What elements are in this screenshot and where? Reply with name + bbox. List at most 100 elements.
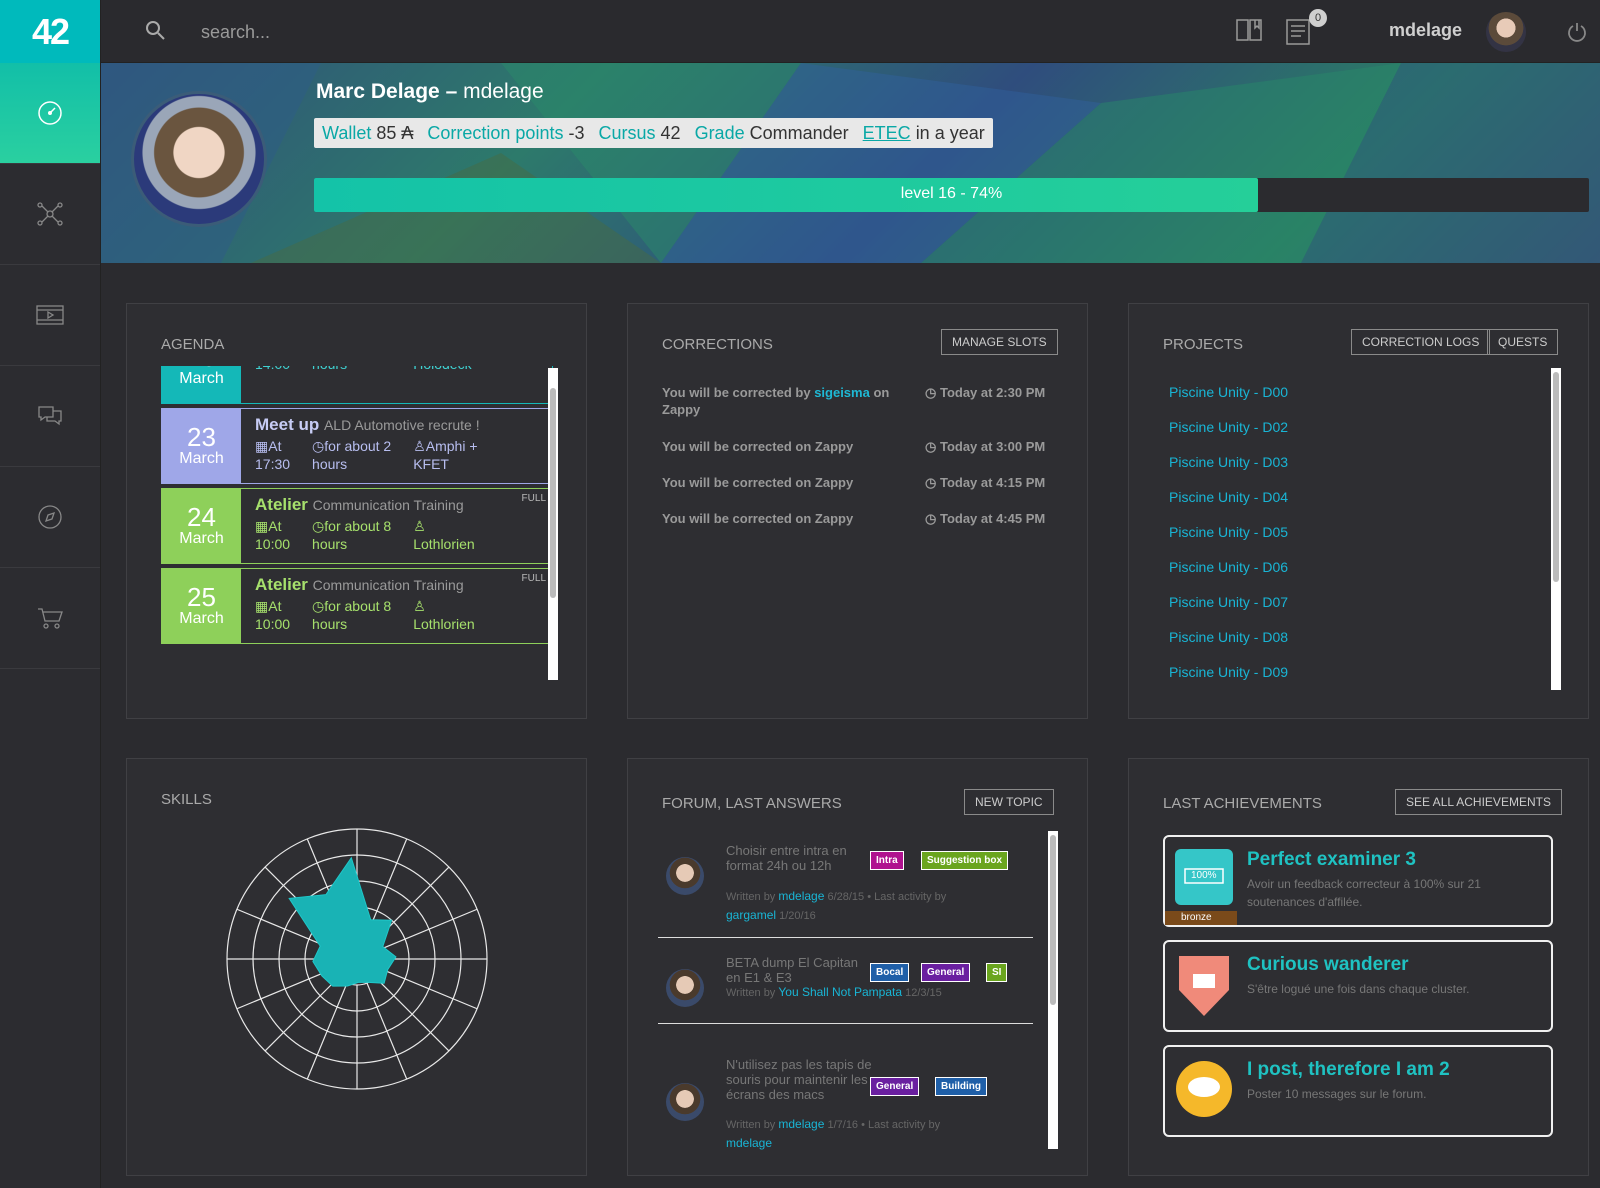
forum-title: FORUM, LAST ANSWERS: [662, 795, 842, 812]
achievements-panel: LAST ACHIEVEMENTS SEE ALL ACHIEVEMENTS P…: [1128, 758, 1589, 1176]
project-link[interactable]: Piscine Unity - D03: [1169, 454, 1288, 470]
forum-scrollbar[interactable]: [1048, 831, 1058, 1149]
agenda-event[interactable]: 23March ▦At14:00 ◷for about 2hours ♙Amphi …: [161, 366, 553, 404]
correction-item: You will be corrected on Zappy: [662, 510, 907, 527]
agenda-event[interactable]: 25 March Atelier Communication Training ▦At…: [161, 568, 553, 644]
sidebar-item-explore[interactable]: [0, 467, 100, 568]
event-duration-unit: hours: [312, 456, 348, 472]
power-icon[interactable]: [1567, 22, 1587, 42]
avatar[interactable]: [666, 1083, 704, 1121]
achievement-icon-label: 100%: [1191, 870, 1217, 881]
agenda-list[interactable]: 23March ▦At14:00◷for about 2hours♙Amphi …: [161, 366, 553, 678]
event-day: 24: [187, 502, 216, 532]
chat-icon: [38, 406, 62, 426]
cursus-stat[interactable]: Cursus 42: [599, 123, 681, 144]
forum-tag[interactable]: General: [870, 1077, 920, 1096]
agenda-scroll-thumb[interactable]: [550, 388, 556, 598]
project-link[interactable]: Piscine Unity - D04: [1169, 489, 1288, 505]
agenda-panel: AGENDA 23March ▦At14:00◷for about 2hours…: [126, 303, 587, 719]
correction-logs-button[interactable]: CORRECTION LOGS: [1351, 329, 1491, 355]
event-day: 25: [187, 582, 216, 612]
projects-scrollbar[interactable]: [1551, 368, 1561, 690]
correction-item: You will be corrected by sigeisma on Zap…: [662, 384, 907, 418]
forum-tag[interactable]: Building: [935, 1077, 987, 1096]
event-details: ▦At 10:00 ◷for about 8 hours ♙ Lothlorien: [255, 597, 538, 633]
sidebar-item-forum[interactable]: [0, 366, 100, 467]
quests-button[interactable]: QUESTS: [1487, 329, 1559, 355]
sidebar-item-dashboard[interactable]: [0, 63, 100, 164]
forum-topic[interactable]: N'utilisez pas les tapis de souris pour …: [658, 1057, 1033, 1150]
avatar[interactable]: [666, 857, 704, 895]
forum-topic-title[interactable]: BETA dump El Capitan en E1 & E3: [726, 955, 874, 985]
projects-scroll-thumb[interactable]: [1553, 372, 1559, 582]
correction-text: You will be corrected on Zappy: [662, 439, 854, 454]
calendar-icon: ▦: [255, 438, 269, 454]
forum-topic[interactable]: BETA dump El Capitan en E1 & E3 Bocal Gene…: [658, 955, 1033, 1045]
event-kind: Meet up: [255, 415, 320, 434]
achievement-card[interactable]: I post, therefore I am 2 Poster 10 messag…: [1163, 1045, 1553, 1137]
project-link[interactable]: Piscine Unity - D07: [1169, 594, 1288, 610]
see-all-achievements-button[interactable]: SEE ALL ACHIEVEMENTS: [1395, 789, 1562, 815]
correction-time: ◷ Today at 2:30 PM: [925, 384, 1060, 401]
agenda-event[interactable]: 23 March Meet up ALD Automotive recrute ! ▦…: [161, 408, 553, 484]
skills-radar-chart: [226, 828, 488, 1090]
author-link[interactable]: mdelage: [778, 1117, 824, 1131]
event-duration-unit: hours: [312, 366, 347, 372]
forum-topic[interactable]: Choisir entre intra en format 24h ou 12h…: [658, 843, 1033, 933]
event-date: 24 March: [162, 489, 241, 563]
achievements-title: LAST ACHIEVEMENTS: [1163, 795, 1322, 812]
clock-icon: ◷: [312, 518, 325, 534]
event-time: ▦At 10:00: [255, 517, 290, 553]
event-time: ▦At14:00: [255, 366, 290, 373]
achievement-name: Curious wanderer: [1247, 954, 1409, 975]
avatar[interactable]: [1486, 12, 1526, 52]
forum-topic-title[interactable]: N'utilisez pas les tapis de souris pour …: [726, 1057, 874, 1102]
forum-tag[interactable]: SI: [986, 963, 1008, 982]
author-link[interactable]: mdelage: [778, 889, 824, 903]
project-link[interactable]: Piscine Unity - D02: [1169, 419, 1288, 435]
correction-text: You will be corrected on Zappy: [662, 511, 854, 526]
event-month: March: [179, 610, 224, 627]
project-link[interactable]: Piscine Unity - D09: [1169, 664, 1288, 680]
event-duration-unit: hours: [312, 616, 348, 632]
project-link[interactable]: Piscine Unity - D08: [1169, 629, 1288, 645]
topbar-username[interactable]: mdelage: [1389, 20, 1462, 41]
project-link[interactable]: Piscine Unity - D06: [1169, 559, 1288, 575]
correction-time: ◷ Today at 4:15 PM: [925, 474, 1060, 491]
project-link[interactable]: Piscine Unity - D00: [1169, 384, 1288, 400]
etec-stat[interactable]: ETEC in a year: [863, 123, 985, 144]
agenda-event[interactable]: 24 March Atelier Communication Training ▦At…: [161, 488, 553, 564]
manage-slots-button[interactable]: MANAGE SLOTS: [941, 329, 1058, 355]
logo-42[interactable]: 42: [0, 0, 100, 63]
book-icon[interactable]: [1235, 16, 1265, 44]
corrector-link[interactable]: sigeisma: [814, 385, 870, 400]
achievement-card[interactable]: Perfect examiner 3 Avoir un feedback corr…: [1163, 835, 1553, 927]
avatar[interactable]: [666, 969, 704, 1007]
forum-panel: FORUM, LAST ANSWERS NEW TOPIC Choisir en…: [627, 758, 1088, 1176]
sidebar-item-holy-graph[interactable]: [0, 164, 100, 265]
dashboard-icon: [38, 101, 62, 125]
written-by-label: Written by: [726, 1119, 779, 1131]
forum-tag[interactable]: General: [921, 963, 971, 982]
forum-tag[interactable]: Suggestion box: [921, 851, 1008, 870]
achievement-card[interactable]: Curious wanderer S'être logué une fois da…: [1163, 940, 1553, 1032]
event-at-label: At: [268, 518, 282, 534]
sidebar-item-elearning[interactable]: [0, 265, 100, 366]
forum-scroll-thumb[interactable]: [1050, 835, 1056, 1005]
project-link[interactable]: Piscine Unity - D05: [1169, 524, 1288, 540]
forum-tag[interactable]: Intra: [870, 851, 904, 870]
last-activity-label: • Last activity by: [864, 891, 947, 903]
new-topic-button[interactable]: NEW TOPIC: [964, 789, 1054, 815]
event-subtitle: ALD Automotive recrute !: [323, 417, 480, 433]
search-input[interactable]: [201, 16, 701, 48]
search-icon[interactable]: [145, 20, 165, 40]
last-activity-user-link[interactable]: mdelage: [726, 1136, 772, 1150]
event-title: Meet up ALD Automotive recrute !: [255, 415, 538, 435]
agenda-scrollbar[interactable]: [548, 368, 558, 680]
forum-topic-title[interactable]: Choisir entre intra en format 24h ou 12h: [726, 843, 874, 873]
author-link[interactable]: You Shall Not Pampata: [778, 985, 902, 999]
sidebar-item-shop[interactable]: [0, 568, 100, 669]
forum-tag[interactable]: Bocal: [870, 963, 910, 982]
event-location-line2: KFET: [413, 456, 449, 472]
last-activity-user-link[interactable]: gargamel: [726, 908, 776, 922]
